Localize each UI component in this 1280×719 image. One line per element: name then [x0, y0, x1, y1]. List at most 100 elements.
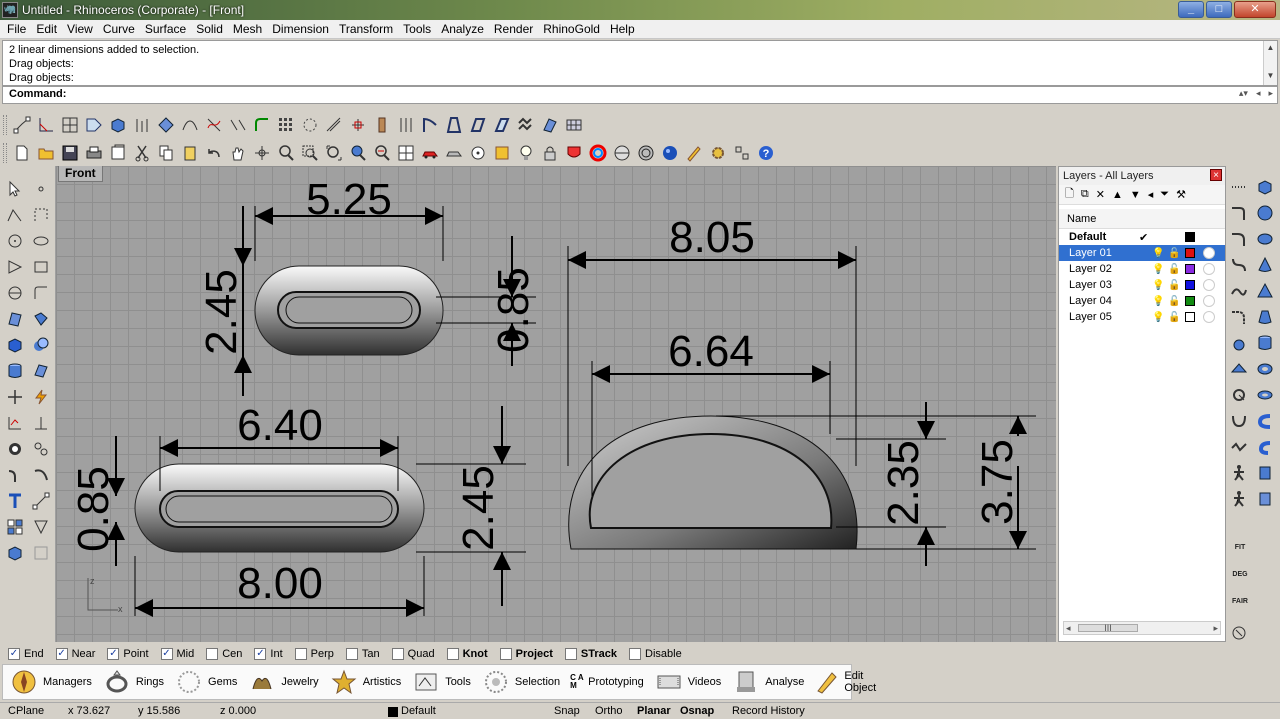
- arc-icon[interactable]: [4, 256, 26, 278]
- weld-icon[interactable]: [371, 114, 393, 136]
- sweep-icon[interactable]: [443, 114, 465, 136]
- material-swatch[interactable]: [1203, 295, 1215, 307]
- points-icon[interactable]: [11, 114, 33, 136]
- rg-tools[interactable]: Tools: [411, 668, 471, 696]
- layer-row[interactable]: Layer 02 💡 🔓: [1059, 261, 1225, 277]
- layer-color-swatch[interactable]: [1185, 296, 1195, 306]
- curve-tool-icon[interactable]: [179, 114, 201, 136]
- menu-solid[interactable]: Solid: [191, 22, 228, 36]
- viewport-canvas[interactable]: 5.25 2.45 0.85 6.40 0.85 2.45 8.00 8.05 …: [56, 166, 1056, 642]
- rail-icon[interactable]: [491, 114, 513, 136]
- edit-blob-icon[interactable]: [1228, 332, 1250, 354]
- cylinder-icon[interactable]: [4, 360, 26, 382]
- rg-prototyping[interactable]: C A M Prototyping: [570, 668, 644, 696]
- block-icon[interactable]: [4, 516, 26, 538]
- lock-icon[interactable]: [539, 142, 561, 164]
- save-icon[interactable]: [59, 142, 81, 164]
- open-folder-icon[interactable]: [35, 142, 57, 164]
- checkbox[interactable]: [391, 648, 404, 660]
- current-layer[interactable]: Default: [401, 705, 436, 717]
- rg-artistics[interactable]: Artistics: [329, 668, 401, 696]
- cplane-label[interactable]: CPlane: [8, 705, 44, 717]
- curve-dots-icon[interactable]: [1228, 176, 1250, 198]
- layer-row[interactable]: Layer 03 💡 🔓: [1059, 277, 1225, 293]
- wave-curve-icon[interactable]: [1228, 436, 1250, 458]
- bottom-oval-part[interactable]: [134, 463, 425, 553]
- layer-color-swatch[interactable]: [1185, 248, 1195, 258]
- menu-edit[interactable]: Edit: [31, 22, 62, 36]
- blue-sphere-icon[interactable]: [659, 142, 681, 164]
- gumball-icon[interactable]: [30, 542, 52, 564]
- maximize-button[interactable]: □: [1206, 1, 1232, 18]
- menu-curve[interactable]: Curve: [98, 22, 140, 36]
- wave-icon[interactable]: [515, 114, 537, 136]
- layers-panel-header[interactable]: Layers - All Layers ×: [1059, 167, 1225, 185]
- osnap-near[interactable]: ✓ Near: [55, 648, 95, 660]
- options-gear-icon[interactable]: [707, 142, 729, 164]
- light-bulb-icon[interactable]: 💡: [1152, 264, 1164, 275]
- control-points-icon[interactable]: [347, 114, 369, 136]
- layer-color-swatch[interactable]: [1185, 280, 1195, 290]
- light-bulb-icon[interactable]: 💡: [1152, 280, 1164, 291]
- split-icon[interactable]: [395, 114, 417, 136]
- spin-icon[interactable]: ▴▾: [1239, 88, 1248, 99]
- tools-icon[interactable]: ⚒: [1176, 188, 1186, 201]
- analyze-icon[interactable]: [4, 412, 26, 434]
- surface-edit-icon[interactable]: [539, 114, 561, 136]
- pencil-flag-icon[interactable]: [683, 142, 705, 164]
- osnap-knot[interactable]: Knot: [446, 648, 488, 660]
- checkbox[interactable]: [294, 648, 307, 660]
- checkbox[interactable]: [499, 648, 512, 660]
- c-shape-icon[interactable]: [1254, 410, 1276, 432]
- menu-render[interactable]: Render: [489, 22, 538, 36]
- blend-icon[interactable]: [227, 114, 249, 136]
- select-arrow-icon[interactable]: [4, 178, 26, 200]
- unlock-icon[interactable]: 🔓: [1168, 264, 1180, 275]
- menu-view[interactable]: View: [62, 22, 98, 36]
- osnap-project[interactable]: Project: [499, 648, 553, 660]
- unlock-icon[interactable]: 🔓: [1168, 296, 1180, 307]
- menu-transform[interactable]: Transform: [334, 22, 398, 36]
- right-arrow-icon[interactable]: ▸: [1268, 88, 1273, 99]
- new-sublayer-icon[interactable]: ⧉: [1081, 188, 1089, 201]
- corner-curve-2-icon[interactable]: [1228, 228, 1250, 250]
- scroll-right-icon[interactable]: ▸: [1213, 623, 1218, 634]
- lightning-icon[interactable]: [30, 386, 52, 408]
- rg-videos[interactable]: Videos: [654, 668, 721, 696]
- osnap-perp[interactable]: Perp: [294, 648, 334, 660]
- ellipsoid-icon[interactable]: [1254, 228, 1276, 250]
- record-history-toggle[interactable]: Record History: [732, 705, 805, 717]
- corner-curve-icon[interactable]: [1228, 202, 1250, 224]
- solid-box-icon[interactable]: [4, 334, 26, 356]
- material-swatch[interactable]: [1203, 279, 1215, 291]
- s-curve-icon[interactable]: [1228, 254, 1250, 276]
- slab-2-icon[interactable]: [1254, 488, 1276, 510]
- material-swatch[interactable]: [1203, 311, 1215, 323]
- sphere-solid-icon[interactable]: [1254, 202, 1276, 224]
- zoom-window-icon[interactable]: [299, 142, 321, 164]
- toolbar-grip[interactable]: [3, 143, 7, 163]
- material-icon[interactable]: [563, 142, 585, 164]
- osnap-mid[interactable]: ✓ Mid: [160, 648, 194, 660]
- zoom-selected-icon[interactable]: [347, 142, 369, 164]
- slab-icon[interactable]: [1254, 462, 1276, 484]
- menu-rhinogold[interactable]: RhinoGold: [538, 22, 605, 36]
- color-wheel-icon[interactable]: [587, 142, 609, 164]
- circle-icon[interactable]: [4, 230, 26, 252]
- unlock-icon[interactable]: 🔓: [1168, 312, 1180, 323]
- transform-move-icon[interactable]: [4, 386, 26, 408]
- pan-hand-icon[interactable]: [227, 142, 249, 164]
- dimension-icon[interactable]: [35, 114, 57, 136]
- osnap-toggle[interactable]: Osnap: [680, 705, 714, 717]
- top-oval-part[interactable]: [254, 265, 444, 356]
- polygon-icon[interactable]: [4, 282, 26, 304]
- move-up-icon[interactable]: ▲: [1112, 189, 1123, 201]
- polyline-icon[interactable]: [4, 204, 26, 226]
- menu-analyze[interactable]: Analyze: [436, 22, 489, 36]
- rendered-sphere-icon[interactable]: [635, 142, 657, 164]
- light-bulb-icon[interactable]: [515, 142, 537, 164]
- zoom-icon[interactable]: [275, 142, 297, 164]
- free-curve-icon[interactable]: [30, 282, 52, 304]
- hatch-icon[interactable]: [30, 516, 52, 538]
- grid-snap-icon[interactable]: [59, 114, 81, 136]
